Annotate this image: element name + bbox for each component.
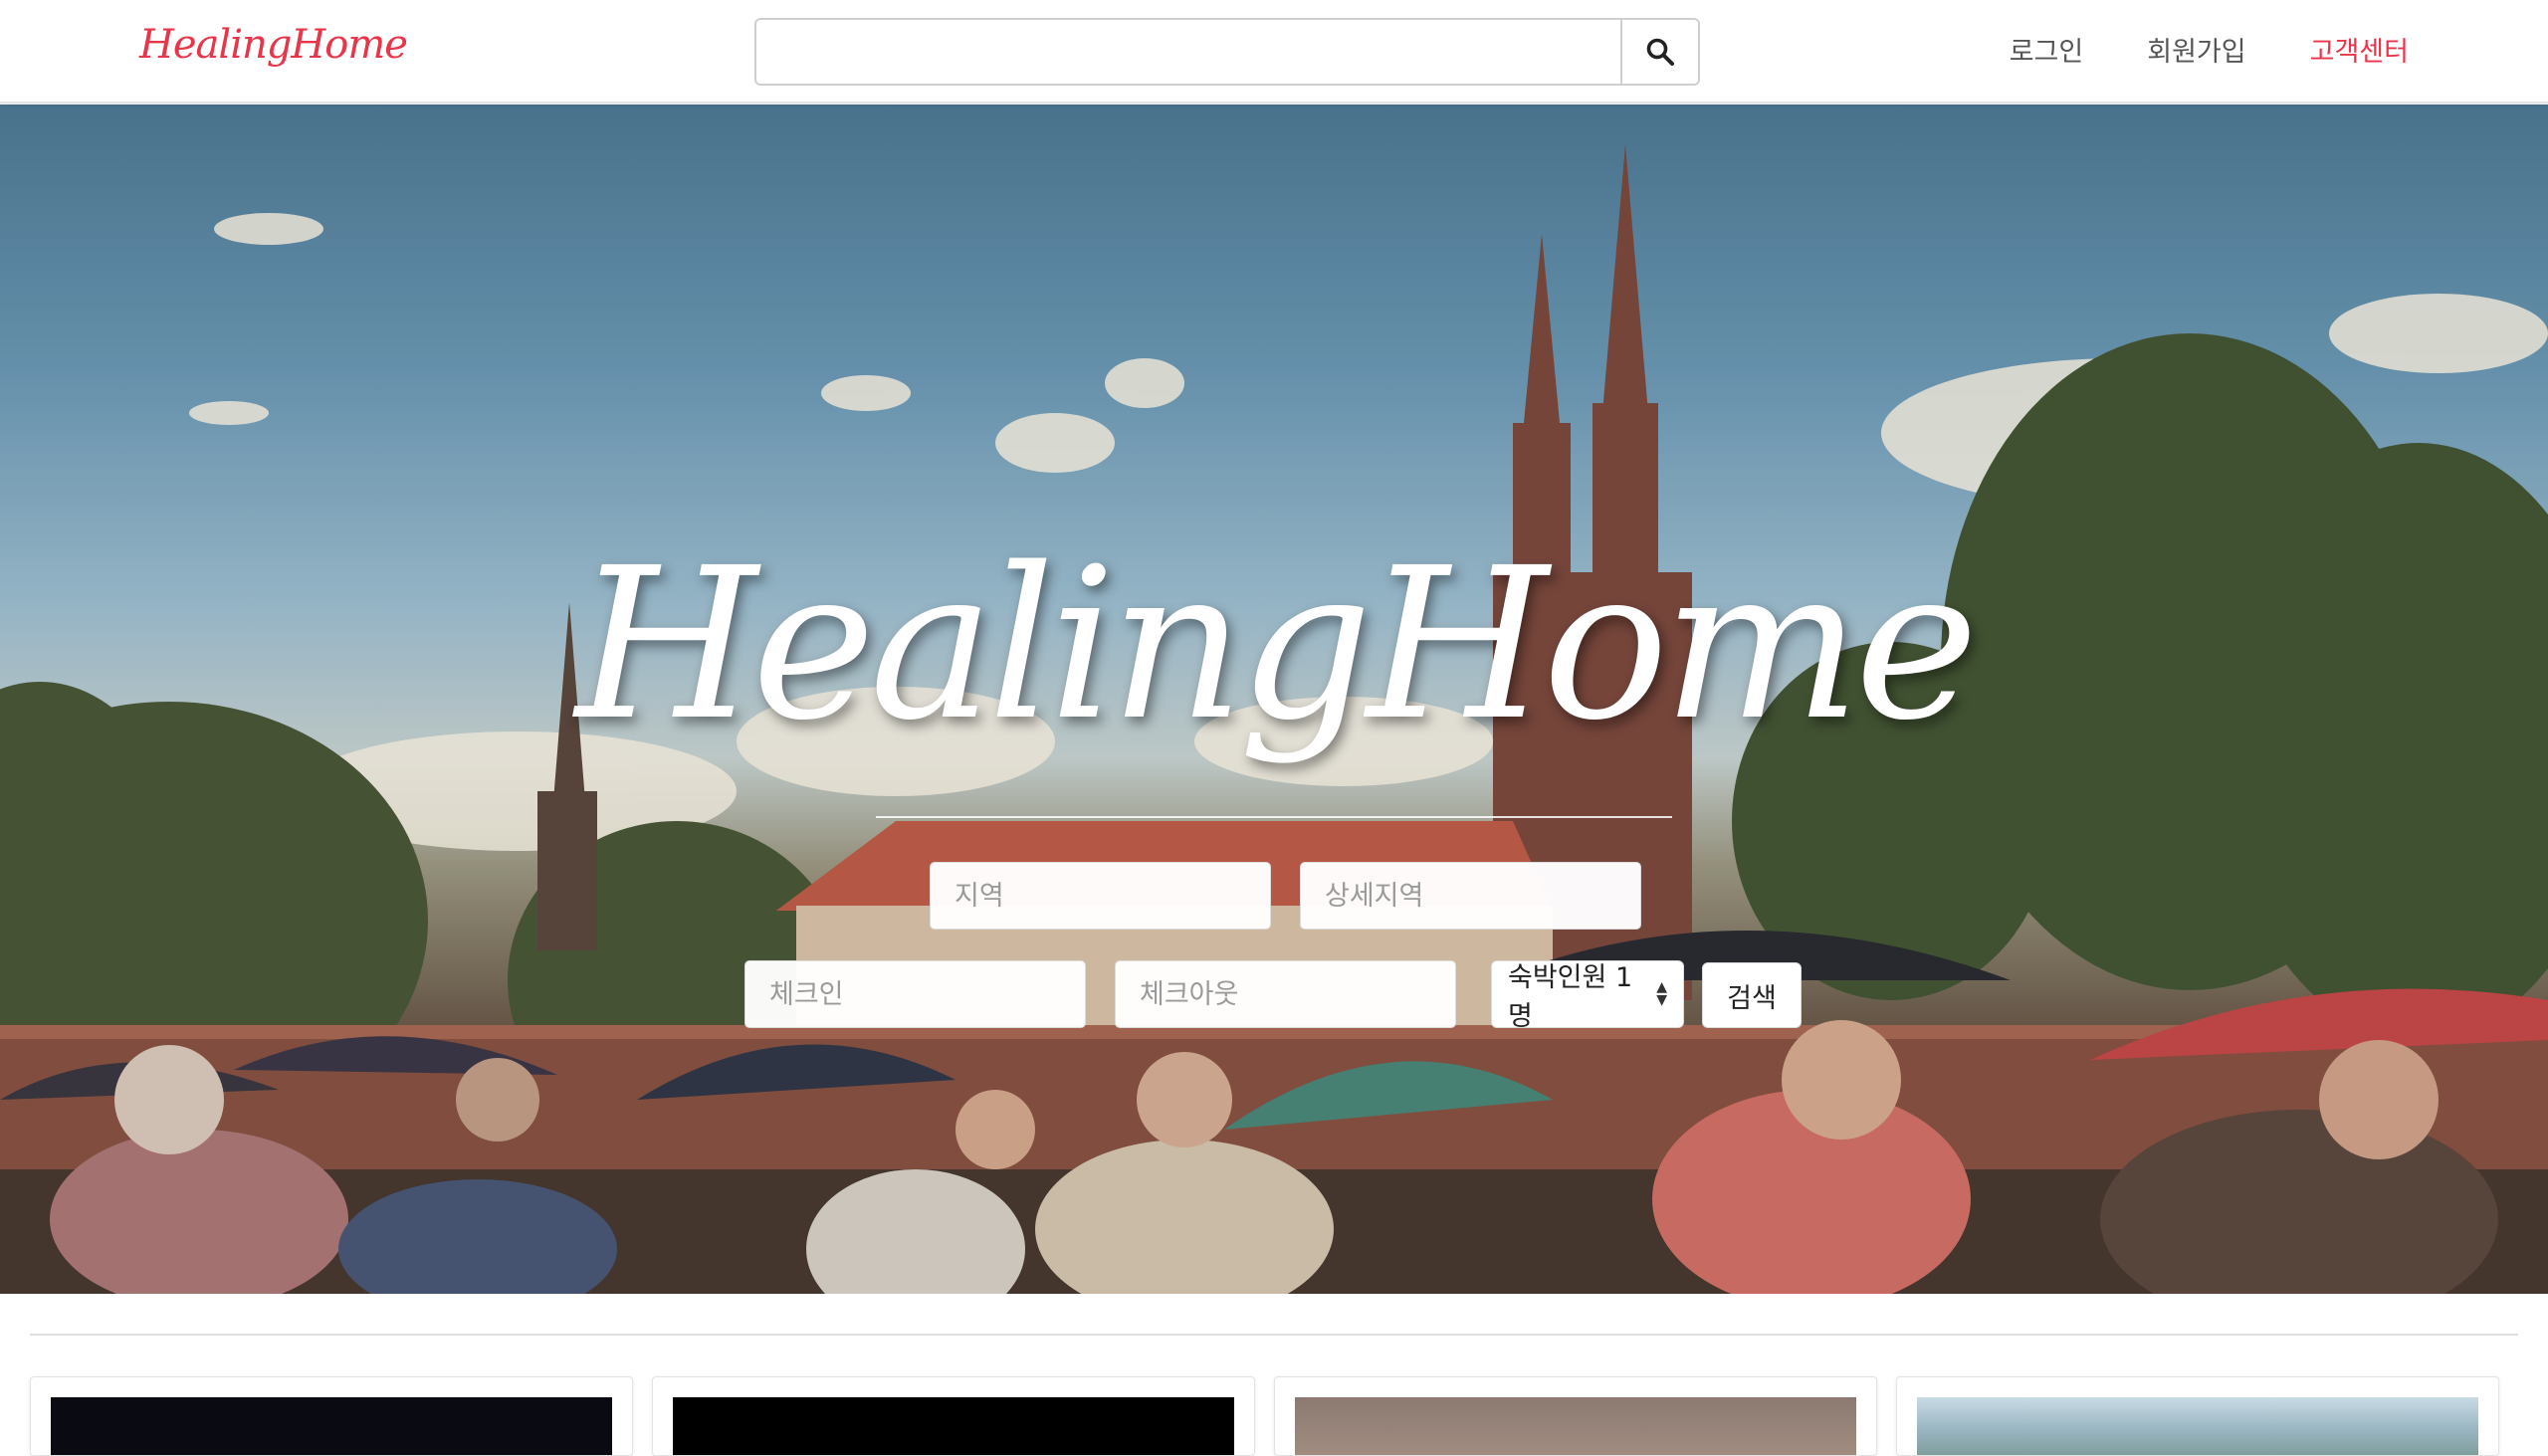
region-detail-input[interactable] [1300, 862, 1641, 930]
search-input[interactable] [756, 20, 1620, 84]
listing-card[interactable] [30, 1376, 633, 1456]
listing-thumbnail [1295, 1397, 1856, 1455]
checkin-input[interactable] [744, 960, 1086, 1028]
listing-thumbnail [1917, 1397, 2478, 1455]
guest-count-value: 숙박인원 1명 [1508, 962, 1633, 1032]
hero-title: HealingHome [575, 522, 1979, 766]
top-navbar: HealingHome 로그인 회원가입 고객센터 [0, 0, 2548, 104]
guest-count-select[interactable]: 숙박인원 1명 ▲ ▼ [1491, 960, 1684, 1032]
hero-search-button[interactable]: 검색 [1702, 962, 1802, 1028]
login-link[interactable]: 로그인 [2010, 30, 2084, 69]
hero-divider [876, 816, 1672, 818]
region-input[interactable] [930, 862, 1271, 930]
search-icon [1646, 38, 1674, 66]
listing-card[interactable] [652, 1376, 1255, 1456]
search-bar [754, 18, 1700, 86]
hero-banner: HealingHome 숙박인원 1명 ▲▼ 검색 [0, 104, 2548, 1294]
brand-logo[interactable]: HealingHome [139, 22, 408, 68]
listing-cards [30, 1376, 2518, 1456]
signup-link[interactable]: 회원가입 [2147, 30, 2245, 69]
listing-thumbnail [51, 1397, 612, 1455]
select-arrows-icon: ▲ ▼ [1656, 979, 1667, 1008]
checkout-input[interactable] [1115, 960, 1456, 1028]
nav-links: 로그인 회원가입 고객센터 [2010, 30, 2409, 69]
listing-card[interactable] [1274, 1376, 1877, 1456]
section-divider [30, 1334, 2518, 1336]
listing-thumbnail [673, 1397, 1234, 1455]
customer-center-link[interactable]: 고객센터 [2310, 30, 2409, 69]
search-button[interactable] [1620, 20, 1698, 84]
listing-card[interactable] [1896, 1376, 2499, 1456]
